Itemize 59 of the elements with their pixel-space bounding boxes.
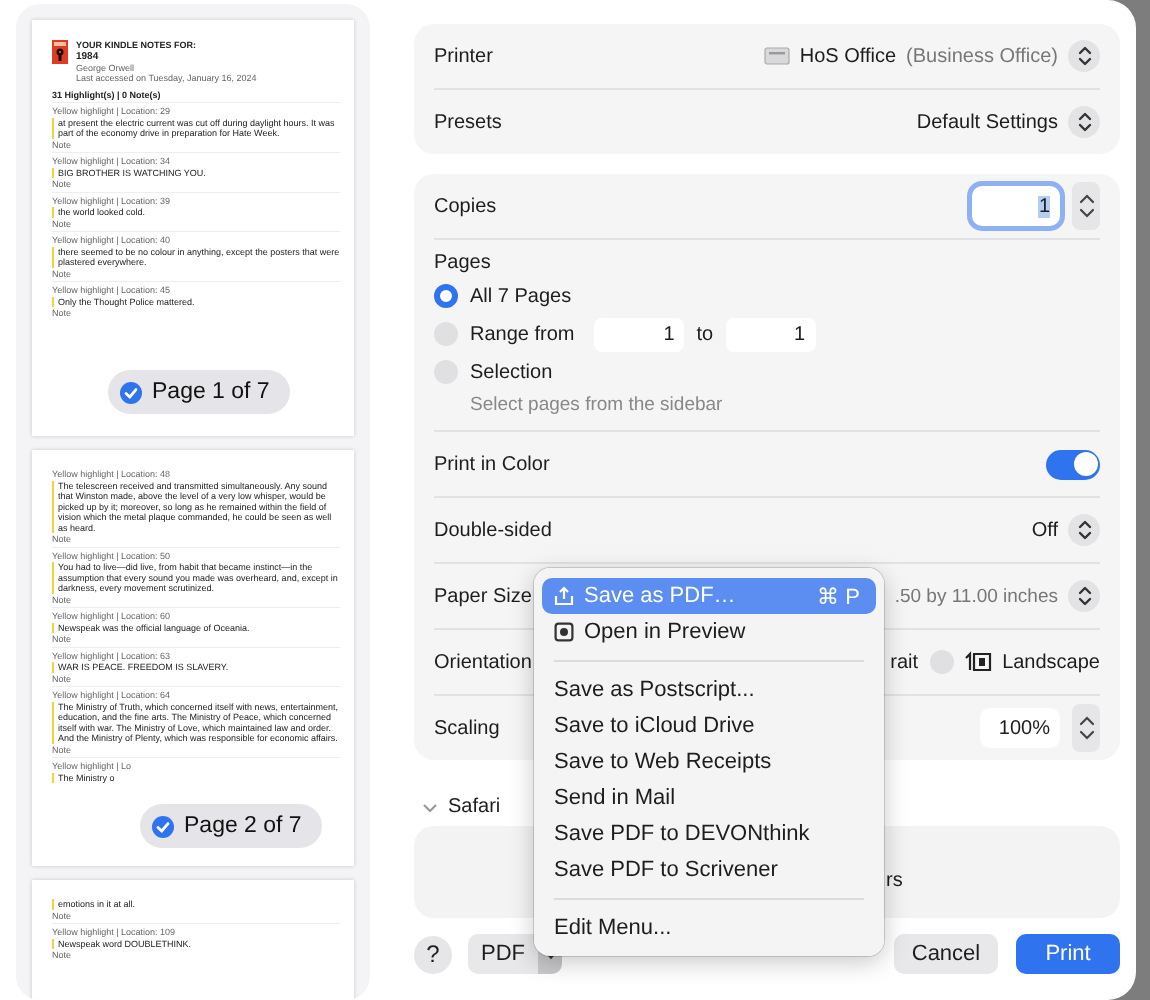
scaling-field[interactable]: 100% <box>980 708 1060 748</box>
presets-popup[interactable]: Default Settings <box>916 100 1100 144</box>
chevron-updown-icon <box>1077 714 1095 742</box>
radio-label: Range from <box>470 323 575 345</box>
setting-label: Copies <box>434 195 497 217</box>
printer-icon <box>763 46 790 66</box>
page-badge[interactable]: Page 2 of 7 <box>140 804 322 848</box>
chevron-updown-icon <box>1075 518 1093 542</box>
pdf-button[interactable]: PDF <box>468 934 538 974</box>
print-button[interactable]: Print <box>1016 934 1120 974</box>
menu-item[interactable]: Save PDF to Scrivener <box>542 852 876 888</box>
menu-item[interactable]: Edit Menu... <box>542 910 876 946</box>
radio-label: Landscape <box>1002 651 1100 673</box>
range-to-field[interactable]: 1 <box>725 317 816 351</box>
menu-item[interactable]: Send in Mail <box>542 780 876 816</box>
section-title: Safari <box>448 796 501 818</box>
setting-label: Printer <box>434 45 493 67</box>
setting-label: Pages <box>434 252 493 274</box>
option-text: rs <box>886 870 903 892</box>
menu-item[interactable]: Save to Web Receipts <box>542 744 876 780</box>
landscape-icon <box>964 650 993 674</box>
double-sided-popup[interactable]: Off <box>1031 508 1100 552</box>
page-badge[interactable]: Page 1 of 7 <box>108 370 290 414</box>
color-toggle[interactable] <box>1046 449 1100 479</box>
help-button[interactable]: ? <box>414 935 452 973</box>
chevron-updown-icon <box>1075 44 1093 68</box>
page-thumbnail[interactable] <box>32 20 354 436</box>
cancel-button[interactable]: Cancel <box>894 934 998 974</box>
radio-label: rait <box>890 651 919 673</box>
range-from-field[interactable]: 1 <box>594 317 685 351</box>
setting-label: Print in Color <box>434 453 550 475</box>
setting-label: Double-sided <box>434 519 552 541</box>
setting-label: Presets <box>434 111 502 133</box>
paper-size-popup[interactable]: .50 by 11.00 inches <box>894 574 1100 618</box>
hint-text: Select pages from the sidebar <box>470 394 725 416</box>
preview-icon <box>554 622 574 642</box>
checkbox[interactable] <box>120 381 142 403</box>
copies-field[interactable]: 1 <box>972 186 1060 226</box>
chevron-updown-icon <box>1075 584 1093 608</box>
menu-item[interactable]: Open in Preview <box>542 614 876 650</box>
radio-button[interactable] <box>434 284 458 308</box>
page-thumbnail[interactable] <box>32 450 354 866</box>
save-icon <box>554 586 574 606</box>
menu-item[interactable]: Save to iCloud Drive <box>542 708 876 744</box>
copies-stepper[interactable] <box>1072 182 1100 230</box>
disclosure-icon[interactable] <box>422 801 438 813</box>
checkbox[interactable] <box>152 815 174 837</box>
chevron-updown-icon <box>1077 192 1095 220</box>
radio-label: Selection <box>470 361 553 383</box>
setting-label: Orientation <box>434 651 532 673</box>
range-to-label: to <box>696 323 714 345</box>
menu-item[interactable]: Save as Postscript... <box>542 672 876 708</box>
menu-item[interactable]: Save PDF to DEVONthink <box>542 816 876 852</box>
chevron-updown-icon <box>1075 110 1093 134</box>
setting-label: Scaling <box>434 717 500 739</box>
radio-label: All 7 Pages <box>470 285 572 307</box>
printer-popup[interactable]: HoS Office (Business Office) <box>763 34 1100 78</box>
setting-label: Paper Size <box>434 585 532 607</box>
scaling-stepper[interactable] <box>1072 704 1100 752</box>
